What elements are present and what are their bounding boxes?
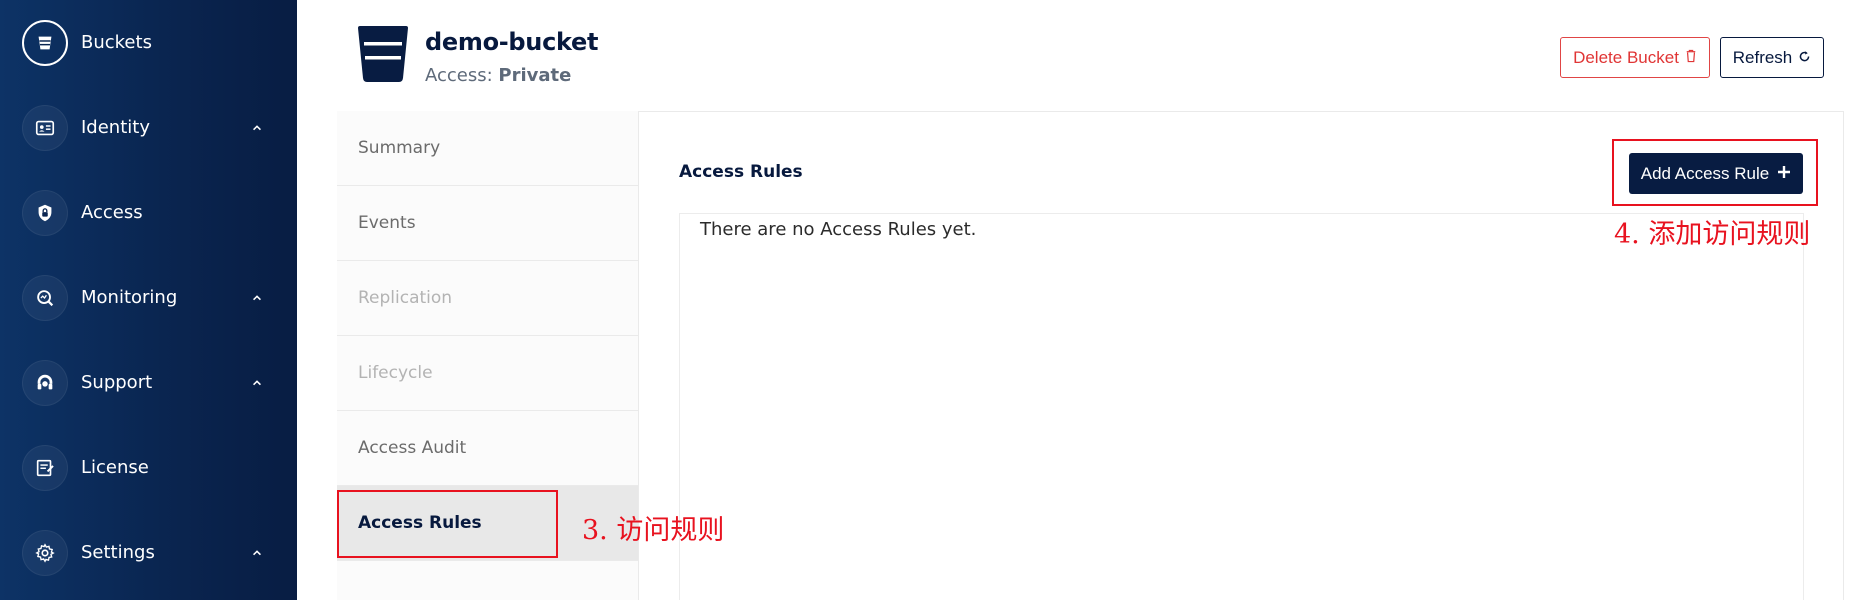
sidebar-item-access[interactable]: Access [0,170,297,255]
empty-message: There are no Access Rules yet. [700,219,977,240]
id-card-icon [22,104,68,151]
access-label: Access: [425,65,493,86]
sidebar-item-settings[interactable]: Settings [0,510,297,595]
refresh-icon [1798,48,1811,68]
annotation-box-step4 [1612,139,1818,206]
trash-icon [1685,48,1697,68]
chevron-up-icon[interactable] [250,546,264,560]
sidebar-item-label: Support [81,372,153,393]
lock-shield-icon [22,189,68,236]
sidebar-item-label: Identity [81,117,150,138]
sidebar-item-identity[interactable]: Identity [0,85,297,170]
chevron-up-icon[interactable] [250,121,264,135]
sidebar: Buckets Identity Access Monitoring Suppo… [0,0,297,600]
access-value: Private [498,65,572,86]
sidebar-item-monitoring[interactable]: Monitoring [0,255,297,340]
license-icon [22,444,68,491]
sidebar-item-buckets[interactable]: Buckets [0,0,297,85]
bucket-name: demo-bucket [425,28,599,56]
section-title: Access Rules [679,162,803,182]
tab-summary[interactable]: Summary [337,111,638,186]
tab-access-audit[interactable]: Access Audit [337,411,638,486]
tab-replication[interactable]: Replication [337,261,638,336]
bucket-access: Access: Private [425,65,571,86]
chevron-up-icon[interactable] [250,376,264,390]
tab-lifecycle[interactable]: Lifecycle [337,336,638,411]
annotation-box-step3 [337,490,558,558]
tab-events[interactable]: Events [337,186,638,261]
bucket-icon [22,19,68,66]
sidebar-item-label: Monitoring [81,287,178,308]
monitoring-icon [22,274,68,321]
delete-bucket-label: Delete Bucket [1573,47,1679,67]
sidebar-item-license[interactable]: License [0,425,297,510]
gear-icon [22,529,68,576]
support-icon [22,359,68,406]
refresh-label: Refresh [1732,47,1793,67]
sidebar-item-support[interactable]: Support [0,340,297,425]
bucket-logo-icon [356,26,410,82]
refresh-button[interactable]: Refresh [1720,37,1824,78]
sidebar-item-label: License [81,457,149,478]
access-rules-list [679,213,1804,600]
sidebar-item-label: Settings [81,542,155,563]
chevron-up-icon[interactable] [250,291,264,305]
annotation-step4: 4. 添加访问规则 [1614,219,1811,250]
delete-bucket-button[interactable]: Delete Bucket [1560,37,1710,78]
sidebar-item-label: Buckets [81,32,152,53]
sidebar-item-label: Access [81,202,143,223]
annotation-step3: 3. 访问规则 [582,515,725,546]
